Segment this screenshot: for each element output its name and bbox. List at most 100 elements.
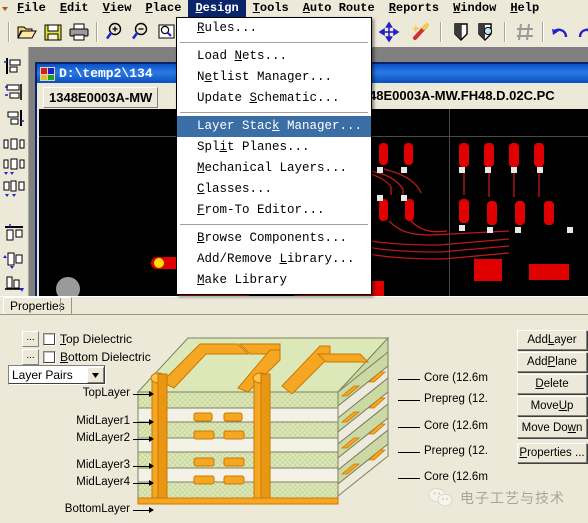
tab-properties[interactable]: Properties — [3, 297, 72, 314]
menu-file[interactable]: File — [10, 0, 53, 17]
menu-item-add-remove-library[interactable]: Add/Remove Library... — [177, 249, 371, 270]
dielectric-label: Prepreg (12. — [424, 445, 488, 457]
menu-design[interactable]: Design — [188, 0, 246, 17]
dielectric-label: Core (12.6m — [424, 471, 488, 483]
align-right-icon[interactable] — [3, 107, 25, 129]
align-center-horizontal-icon[interactable] — [3, 81, 25, 103]
tab-divider — [60, 298, 61, 312]
dielectric-leader-line — [398, 427, 420, 428]
align-bottom-icon[interactable] — [3, 273, 25, 295]
zoom-out-icon[interactable] — [130, 21, 152, 43]
align-left-icon[interactable] — [3, 55, 25, 77]
bottom-dielectric-checkbox[interactable] — [43, 350, 56, 364]
layer-label-midlayer2: MidLayer2 — [76, 432, 130, 444]
bottom-dielectric-options-button[interactable]: ... — [22, 349, 39, 365]
wechat-icon — [428, 488, 453, 507]
pcb-document-name: 48E0003A-MW.FH48.D.02C.PC — [369, 88, 555, 103]
distribute-spacing-increase-icon[interactable] — [3, 177, 25, 199]
layer-pairs-select[interactable]: Layer Pairs — [8, 365, 106, 385]
layer-pointer-arrow — [149, 391, 154, 397]
align-toolbar — [0, 47, 29, 299]
menu-view[interactable]: View — [96, 0, 139, 17]
toolbar-separator — [8, 22, 10, 42]
save-disk-icon[interactable] — [42, 21, 64, 43]
dielectric-leader-line — [398, 478, 420, 479]
menu-window[interactable]: Window — [446, 0, 503, 17]
toolbar-separator — [504, 22, 506, 42]
menu-help[interactable]: Help — [503, 0, 546, 17]
layer-pointer-line — [133, 422, 150, 423]
menu-tools[interactable]: Tools — [246, 0, 296, 17]
wand-icon[interactable] — [410, 21, 432, 43]
chevron-down-icon[interactable] — [87, 367, 104, 383]
dielectric-label: Prepreg (12. — [424, 393, 488, 405]
menu-item-from-to-editor[interactable]: From-To Editor... — [177, 200, 371, 221]
menu-item-classes[interactable]: Classes... — [177, 179, 371, 200]
grid-icon[interactable] — [514, 21, 536, 43]
move-icon[interactable] — [378, 21, 400, 43]
shield-icon[interactable] — [450, 21, 472, 43]
menu-item-split-planes[interactable]: Split Planes... — [177, 137, 371, 158]
layer-pointer-line — [133, 439, 150, 440]
distribute-horizontal-icon[interactable] — [3, 133, 25, 155]
button-move-up[interactable]: Move Up — [517, 396, 587, 416]
redo-icon[interactable] — [574, 21, 588, 43]
menu-item-make-library[interactable]: Make Library — [177, 270, 371, 291]
menu-separator — [180, 224, 368, 225]
zoom-in-icon[interactable] — [104, 21, 126, 43]
button-delete[interactable]: Delete — [517, 374, 587, 394]
dielectric-leader-line — [398, 452, 420, 453]
layer-pointer-line — [133, 394, 150, 395]
button-properties[interactable]: Properties ... — [517, 443, 587, 463]
top-dielectric-row: ... Top Dielectric — [22, 331, 132, 347]
shield-check-icon[interactable] — [474, 21, 496, 43]
window-menu-icon[interactable] — [0, 0, 10, 17]
menu-item-rules[interactable]: Rules... — [177, 18, 371, 39]
top-dielectric-options-button[interactable]: ... — [22, 331, 39, 347]
toolbar-separator — [542, 22, 544, 42]
menu-place[interactable]: Place — [138, 0, 188, 17]
button-add-layer[interactable]: Add Layer — [517, 330, 587, 350]
button-move-down[interactable]: Move Do w n — [517, 418, 587, 438]
align-top-icon[interactable] — [3, 223, 25, 245]
menu-separator — [180, 112, 368, 113]
dielectric-leader-line — [398, 379, 420, 380]
layer-label-midlayer4: MidLayer4 — [76, 476, 130, 488]
menu-auto-route[interactable]: Auto Route — [296, 0, 382, 17]
undo-icon[interactable] — [550, 21, 572, 43]
top-dielectric-label: Top Dielectric — [60, 332, 133, 346]
layer-pointer-arrow — [149, 436, 154, 442]
dielectric-leader-line — [398, 400, 420, 401]
menu-item-update-schematic[interactable]: Update Schematic... — [177, 88, 371, 109]
menu-item-browse-components[interactable]: Browse Components... — [177, 228, 371, 249]
menu-edit[interactable]: Edit — [53, 0, 96, 17]
layer-label-toplayer: TopLayer — [82, 387, 130, 399]
button-add-plane[interactable]: Add Plane — [517, 352, 587, 372]
dielectric-label: Core (12.6m — [424, 420, 488, 432]
menu-bar: File Edit View Place Design Tools Auto Route Re… — [0, 0, 588, 18]
layer-label-bottomlayer: BottomLayer — [64, 503, 130, 515]
align-middle-vertical-icon[interactable] — [3, 249, 25, 271]
layer-label-midlayer1: MidLayer1 — [76, 415, 130, 427]
pcb-window-title: D:\temp2\134 — [59, 66, 153, 81]
menu-item-mechanical-layers[interactable]: Mechanical Layers... — [177, 158, 371, 179]
layer-pointer-arrow — [149, 507, 154, 513]
layer-pointer-arrow — [149, 480, 154, 486]
zoom-area-icon[interactable] — [156, 21, 178, 43]
layer-pointer-line — [133, 466, 150, 467]
distribute-spacing-decrease-icon[interactable] — [3, 155, 25, 177]
pcb-document-icon — [40, 66, 55, 81]
pcb-tab-label[interactable]: 1348E0003A-MW — [43, 87, 159, 108]
print-icon[interactable] — [68, 21, 90, 43]
top-dielectric-checkbox[interactable] — [43, 332, 56, 346]
watermark: 电子工艺与技术 — [428, 487, 565, 509]
menu-item-layer-stack-manager[interactable]: Layer Stack Manager... — [177, 116, 371, 137]
menu-item-load-nets[interactable]: Load Nets... — [177, 46, 371, 67]
menu-reports[interactable]: Reports — [382, 0, 446, 17]
toolbar-separator — [440, 22, 442, 42]
open-folder-icon[interactable] — [16, 21, 38, 43]
menu-item-netlist-manager[interactable]: Netlist Manager... — [177, 67, 371, 88]
toolbar-separator — [96, 22, 98, 42]
design-menu-dropdown[interactable]: Rules... Load Nets... Netlist Manager... Up… — [176, 17, 372, 295]
layer-pointer-arrow — [149, 419, 154, 425]
